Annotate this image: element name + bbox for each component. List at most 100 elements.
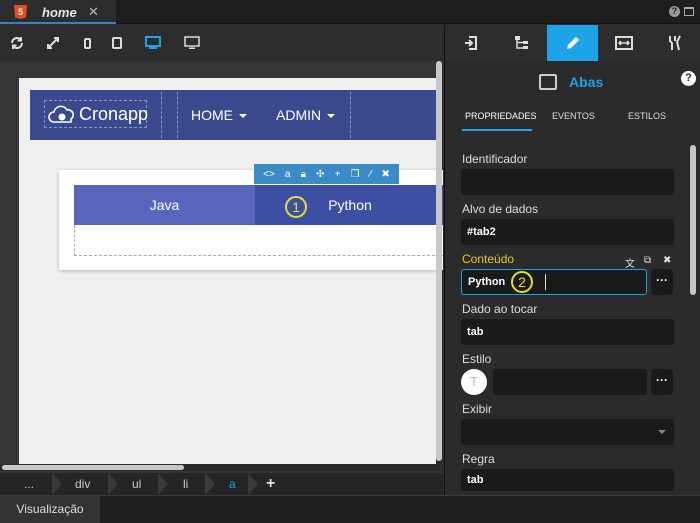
- properties-panel: Abas ? PROPRIEDADES EVENTOS ESTILOS Iden…: [444, 25, 700, 495]
- identificador-input[interactable]: [461, 169, 674, 195]
- panel-tabs: [445, 25, 700, 61]
- scrollbar-thumb[interactable]: [2, 465, 184, 470]
- tabs-component-icon: [539, 74, 557, 90]
- text-cursor-icon: [545, 274, 546, 290]
- breadcrumb-separator: [158, 473, 168, 495]
- regra-input[interactable]: tab: [461, 469, 674, 491]
- breadcrumb-separator: [248, 473, 258, 495]
- delete-icon[interactable]: ✖: [382, 169, 390, 180]
- copy-icon[interactable]: ❐: [351, 169, 360, 180]
- tablet-icon[interactable]: [102, 25, 132, 61]
- tab-content-pane[interactable]: [74, 225, 443, 256]
- subtab-estilos[interactable]: ESTILOS: [628, 111, 666, 121]
- nav-divider: [161, 92, 162, 138]
- resize-icon[interactable]: [598, 25, 649, 61]
- code-icon[interactable]: <>: [263, 169, 275, 180]
- breadcrumb: ... div ul li a +: [0, 473, 443, 495]
- panel-scrollbar[interactable]: [690, 145, 696, 495]
- canvas-vertical-scrollbar[interactable]: [436, 61, 442, 465]
- text-icon[interactable]: a: [285, 169, 291, 180]
- brand-logo[interactable]: Cronapp: [44, 100, 149, 128]
- component-name: Abas: [569, 74, 604, 90]
- active-subtab-indicator: [462, 129, 532, 131]
- move-icon[interactable]: ✣: [316, 169, 324, 180]
- nav-home[interactable]: HOME: [191, 107, 247, 123]
- breadcrumb-separator: [205, 473, 215, 495]
- scrollbar-thumb[interactable]: [690, 145, 696, 295]
- html5-icon: 5: [14, 5, 27, 19]
- help-icon[interactable]: ?: [669, 6, 680, 17]
- scrollbar-thumb[interactable]: [436, 61, 442, 461]
- label-alvo-de-dados: Alvo de dados: [462, 202, 539, 216]
- subtab-eventos[interactable]: EVENTOS: [552, 111, 595, 121]
- maximize-icon[interactable]: [684, 7, 694, 16]
- subtab-propriedades[interactable]: PROPRIEDADES: [465, 111, 537, 121]
- lock-icon[interactable]: 🔒︎: [301, 169, 306, 180]
- component-toolbar: <> a 🔒︎ ✣ + ❐ ⁄ ✖: [254, 164, 399, 184]
- close-tab-icon[interactable]: ✕: [88, 4, 99, 20]
- exibir-select[interactable]: [461, 419, 674, 445]
- add-icon[interactable]: +: [335, 169, 341, 180]
- import-icon[interactable]: [445, 25, 496, 61]
- navbar[interactable]: Cronapp HOME ADMIN: [30, 90, 436, 140]
- bottom-bar: Visualização: [0, 495, 700, 523]
- help-icon[interactable]: ?: [681, 71, 696, 86]
- pencil-icon[interactable]: [547, 25, 598, 61]
- tab-python[interactable]: Python: [255, 185, 443, 225]
- designer-toolbar: [0, 25, 443, 61]
- add-element-icon[interactable]: +: [266, 473, 275, 495]
- clear-icon[interactable]: ✖: [663, 255, 671, 266]
- caret-down-icon: [239, 114, 247, 119]
- breadcrumb-separator: [52, 473, 62, 495]
- breadcrumb-item-div[interactable]: div: [75, 473, 90, 495]
- nav-divider: [350, 92, 351, 138]
- page-preview[interactable]: Cronapp HOME ADMIN Java Python <> a 🔒︎ ✣…: [19, 78, 443, 468]
- brand-name: Cronapp: [79, 103, 149, 124]
- conteudo-input[interactable]: Python: [461, 269, 647, 295]
- dado-ao-tocar-input[interactable]: tab: [461, 319, 674, 345]
- style-avatar[interactable]: T: [461, 369, 487, 395]
- nav-home-label: HOME: [191, 107, 233, 123]
- wrench-icon[interactable]: [649, 25, 700, 61]
- breadcrumb-item[interactable]: ...: [24, 473, 34, 495]
- tabs-component[interactable]: Java Python: [59, 170, 443, 270]
- phone-icon[interactable]: [72, 25, 102, 61]
- tab-java[interactable]: Java: [74, 185, 255, 225]
- file-tab-title: home: [42, 5, 77, 20]
- cloud-icon: [47, 103, 77, 125]
- alvo-de-dados-input[interactable]: #tab2: [461, 219, 674, 245]
- breadcrumb-item-a[interactable]: a: [229, 473, 236, 495]
- chevron-down-icon: [658, 430, 666, 434]
- wand-icon[interactable]: ⁄: [370, 169, 372, 180]
- label-estilo: Estilo: [462, 352, 492, 366]
- file-tab-home[interactable]: 5 home ✕: [0, 0, 116, 24]
- nav-admin-label: ADMIN: [276, 107, 322, 123]
- label-exibir: Exibir: [462, 402, 493, 416]
- tab-python-label: Python: [328, 197, 372, 213]
- nav-divider: [177, 92, 178, 138]
- step-marker-1: 1: [285, 196, 307, 218]
- step-marker-2: 2: [511, 271, 533, 293]
- editor-tabbar: 5 home ✕ ?: [0, 0, 700, 24]
- conteudo-more-button[interactable]: ···: [651, 269, 673, 295]
- design-canvas[interactable]: Cronapp HOME ADMIN Java Python <> a 🔒︎ ✣…: [0, 61, 443, 473]
- label-dado-ao-tocar: Dado ao tocar: [462, 302, 538, 316]
- tree-icon[interactable]: [496, 25, 547, 61]
- translate-icon[interactable]: 文: [625, 255, 635, 270]
- breadcrumb-item-ul[interactable]: ul: [132, 473, 141, 495]
- view-tab[interactable]: Visualização: [0, 496, 100, 523]
- nav-admin[interactable]: ADMIN: [276, 107, 336, 123]
- breadcrumb-item-li[interactable]: li: [183, 473, 188, 495]
- fullscreen-icon[interactable]: [38, 25, 68, 61]
- external-link-icon[interactable]: ⧉: [644, 255, 651, 266]
- monitor-icon[interactable]: [177, 25, 207, 61]
- estilo-more-button[interactable]: ···: [651, 369, 673, 395]
- breadcrumb-separator: [108, 473, 118, 495]
- estilo-input[interactable]: [493, 369, 647, 395]
- component-header: Abas: [539, 70, 603, 94]
- desktop-icon[interactable]: [138, 25, 168, 61]
- label-conteudo: Conteúdo: [462, 252, 515, 266]
- refresh-icon[interactable]: [2, 25, 32, 61]
- label-regra: Regra: [462, 452, 495, 466]
- canvas-horizontal-scrollbar[interactable]: [0, 464, 443, 471]
